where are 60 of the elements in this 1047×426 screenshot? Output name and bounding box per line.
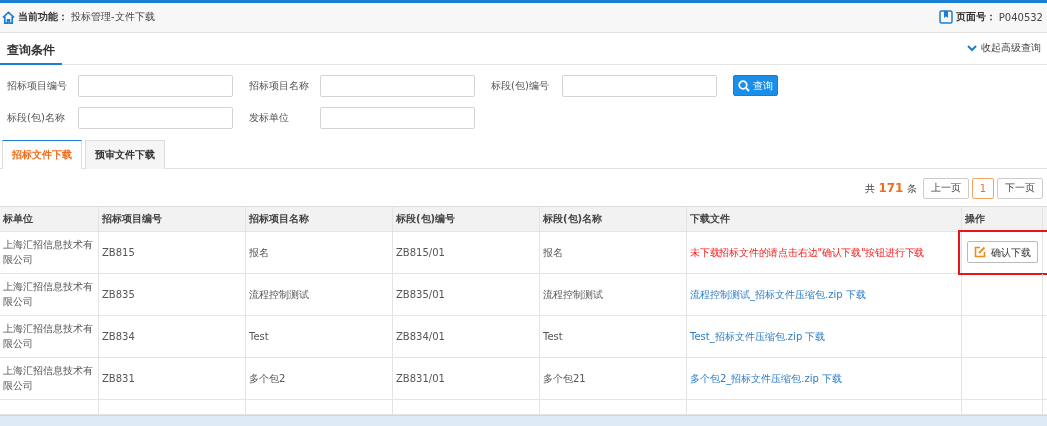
table-cell: ZB815/01 bbox=[393, 231, 540, 273]
table-cell: ZB831/01 bbox=[393, 357, 540, 399]
table-cell: 流程控制测试 bbox=[540, 273, 687, 315]
collapse-toggle[interactable]: 收起高级查询 bbox=[967, 41, 1041, 56]
input-field[interactable] bbox=[78, 74, 233, 97]
table-cell: ZB835 bbox=[99, 273, 246, 315]
table-cell: Test bbox=[540, 315, 687, 357]
column-header: 标段(包)编号 bbox=[393, 206, 540, 231]
input-field[interactable] bbox=[320, 106, 475, 129]
table-cell: 多个包21 bbox=[540, 357, 687, 399]
home-icon bbox=[2, 10, 15, 24]
column-header: 标单位 bbox=[0, 206, 99, 231]
field-label: 招标项目名称 bbox=[249, 78, 310, 93]
edit-icon bbox=[973, 246, 986, 259]
column-header: 招标项目名称 bbox=[246, 206, 393, 231]
section-title: 查询条件 bbox=[0, 32, 62, 65]
download-link[interactable]: 流程控制测试_招标文件压缩包.zip 下载 bbox=[690, 286, 866, 302]
input-field[interactable] bbox=[78, 106, 233, 129]
table-cell: ZB834 bbox=[99, 315, 246, 357]
table-cell: 报名 bbox=[540, 231, 687, 273]
download-link[interactable]: 多个包2_招标文件压缩包.zip 下载 bbox=[690, 370, 843, 386]
field-label: 发标单位 bbox=[249, 110, 290, 125]
field-label: 标段(包)编号 bbox=[491, 78, 550, 93]
field-label: 标段(包)名称 bbox=[7, 110, 66, 125]
column-header: 招标项目编号 bbox=[99, 206, 246, 231]
previous-page-button[interactable]: 上一页 bbox=[922, 177, 969, 199]
table-cell: 报名 bbox=[246, 231, 393, 273]
table-cell: 上海汇招信息技术有限公司 bbox=[0, 231, 99, 273]
input-field[interactable] bbox=[562, 74, 717, 97]
table-cell: Test bbox=[246, 315, 393, 357]
table-cell: 上海汇招信息技术有限公司 bbox=[0, 357, 99, 399]
tab[interactable]: 招标文件下载 bbox=[2, 139, 82, 169]
table-cell: ZB835/01 bbox=[393, 273, 540, 315]
table-cell: 上海汇招信息技术有限公司 bbox=[0, 315, 99, 357]
column-header: 操作 bbox=[962, 206, 1043, 231]
table-cell: 流程控制测试 bbox=[246, 273, 393, 315]
page-number: P040532 bbox=[998, 11, 1043, 23]
breadcrumb-path: 投标管理-文件下载 bbox=[71, 10, 155, 25]
download-link[interactable]: Test_招标文件压缩包.zip 下载 bbox=[690, 328, 826, 344]
confirm-download-button[interactable]: 确认下载 bbox=[966, 241, 1038, 264]
page-number-label: 页面号： bbox=[955, 10, 996, 25]
bookmark-icon bbox=[938, 10, 953, 25]
column-header: 下载文件 bbox=[687, 206, 962, 231]
tab[interactable]: 预审文件下载 bbox=[85, 139, 165, 169]
search-icon bbox=[738, 79, 750, 92]
download-notice: 未下载招标文件的请点击右边"确认下载"按钮进行下载 bbox=[690, 245, 925, 260]
input-field[interactable] bbox=[320, 74, 475, 97]
breadcrumb-label: 当前功能： bbox=[18, 10, 68, 25]
table-cell: 上海汇招信息技术有限公司 bbox=[0, 273, 99, 315]
field-label: 招标项目编号 bbox=[7, 78, 68, 93]
column-header: 标段(包)名称 bbox=[540, 206, 687, 231]
search-button[interactable]: 查询 bbox=[733, 75, 778, 97]
table-cell: ZB815 bbox=[99, 231, 246, 273]
total-count: 共 171 条 bbox=[865, 180, 917, 196]
table-cell: 多个包2 bbox=[246, 357, 393, 399]
chevron-down-icon bbox=[967, 44, 977, 52]
table-cell: ZB834/01 bbox=[393, 315, 540, 357]
next-page-button[interactable]: 下一页 bbox=[997, 177, 1043, 199]
table-cell: ZB831 bbox=[99, 357, 246, 399]
page-button[interactable]: 1 bbox=[971, 177, 994, 199]
